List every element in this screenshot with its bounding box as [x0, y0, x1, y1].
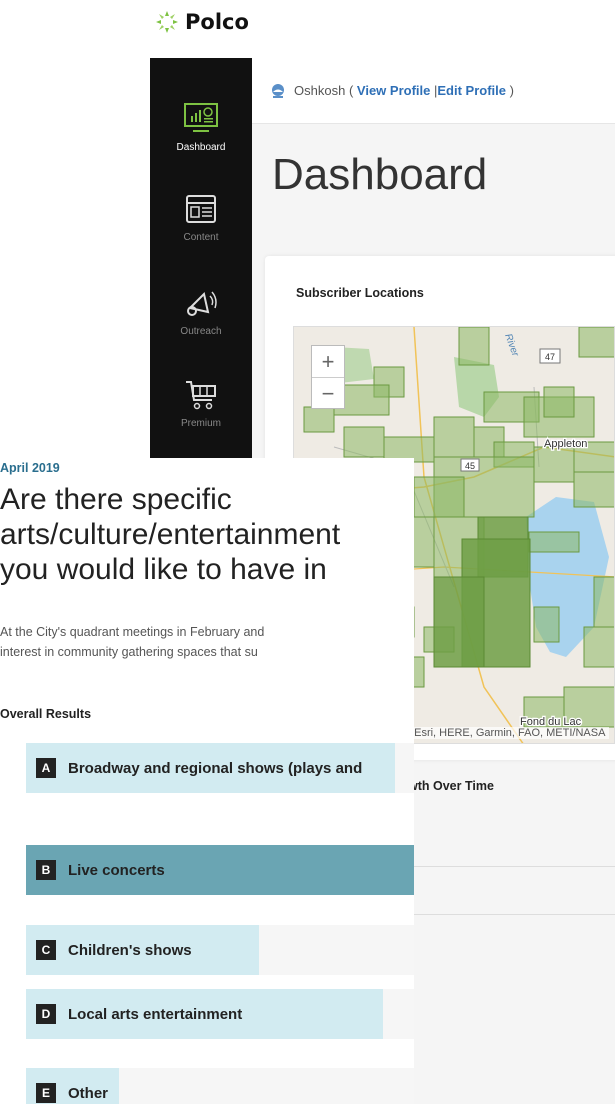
question-line: arts/culture/entertainment — [0, 518, 341, 551]
option-letter-badge: C — [36, 940, 56, 960]
sidebar-item-label: Premium — [180, 418, 221, 429]
megaphone-icon — [187, 291, 217, 316]
polco-logo-icon — [156, 11, 178, 33]
page-title: Dashboard — [272, 150, 488, 199]
close-paren: ) — [509, 83, 514, 98]
sidebar-item-dashboard[interactable]: Dashboard — [150, 102, 252, 153]
divider — [408, 914, 615, 915]
map-label-river: River — [502, 332, 521, 358]
open-paren: ( — [348, 83, 354, 98]
map-label-highway-45: 45 — [465, 461, 475, 471]
map-attribution: , Esri, HERE, Garmin, FAO, METI/NASA — [404, 727, 610, 739]
survey-date: April 2019 — [0, 461, 60, 475]
option-letter-badge: B — [36, 860, 56, 880]
cart-icon — [186, 381, 216, 410]
option-letter-badge: A — [36, 758, 56, 778]
sidebar-item-premium[interactable]: Premium — [150, 378, 252, 429]
result-option-b[interactable]: B Live concerts — [26, 845, 414, 895]
option-letter-badge: D — [36, 1004, 56, 1024]
results-heading: Overall Results — [0, 707, 92, 721]
option-label: Broadway and regional shows (plays and — [68, 759, 363, 777]
content-window-icon — [186, 195, 216, 223]
description-line: interest in community gathering spaces t… — [0, 645, 258, 659]
survey-panel: April 2019 Are there specific arts/cultu… — [0, 458, 414, 1104]
option-label: Local arts entertainment — [68, 1005, 243, 1023]
result-option-e[interactable]: E Other — [26, 1068, 414, 1104]
dashboard-monitor-icon — [184, 103, 218, 132]
sidebar-item-outreach[interactable]: Outreach — [150, 286, 252, 337]
result-option-d[interactable]: D Local arts entertainment — [26, 989, 414, 1039]
option-letter-badge: E — [36, 1083, 56, 1103]
edit-profile-link[interactable]: Edit Profile — [437, 83, 506, 98]
map-label-highway-47: 47 — [545, 352, 555, 362]
logo-text: Polco — [185, 10, 249, 34]
option-label: Children's shows — [68, 941, 192, 959]
survey-description: At the City's quadrant meetings in Febru… — [0, 622, 264, 662]
result-option-c[interactable]: C Children's shows — [26, 925, 414, 975]
result-option-a[interactable]: A Broadway and regional shows (plays and — [26, 743, 414, 793]
city-seal-icon — [272, 83, 284, 98]
sidebar-item-content[interactable]: Content — [150, 194, 252, 243]
question-line: you would like to have in — [0, 553, 327, 586]
map-label-appleton: Appleton — [544, 438, 587, 450]
zoom-in-button[interactable]: + — [312, 346, 344, 378]
zoom-out-button[interactable]: − — [312, 378, 344, 410]
question-line: Are there specific — [0, 483, 232, 516]
org-name: Oshkosh — [294, 83, 346, 98]
option-label: Live concerts — [68, 861, 165, 879]
divider — [408, 866, 615, 867]
survey-question: Are there specific arts/culture/entertai… — [0, 482, 420, 587]
description-line: At the City's quadrant meetings in Febru… — [0, 625, 265, 639]
map-zoom-control: + − — [311, 345, 345, 409]
card-title: Subscriber Locations — [296, 286, 424, 300]
view-profile-link[interactable]: View Profile — [357, 83, 430, 98]
option-label: Other — [68, 1084, 109, 1102]
sidebar-item-label: Content — [183, 232, 219, 243]
sidebar-item-label: Dashboard — [176, 142, 226, 153]
growth-card-title: wth Over Time — [408, 779, 494, 793]
profile-bar: Oshkosh ( View Profile | Edit Profile ) — [252, 58, 615, 124]
sidebar-item-label: Outreach — [180, 326, 222, 337]
polco-logo[interactable]: Polco — [155, 6, 249, 38]
